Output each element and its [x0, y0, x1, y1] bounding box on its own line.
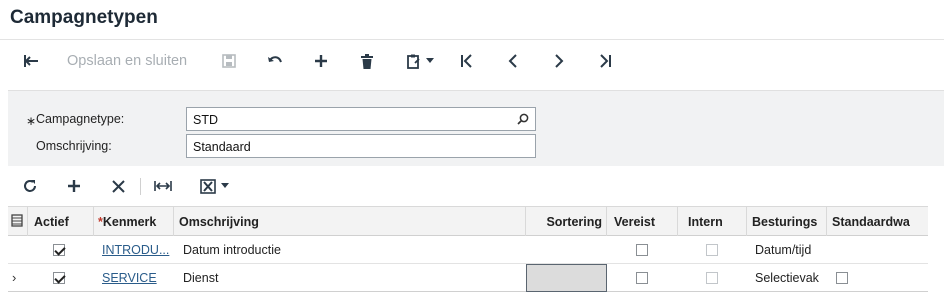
table-row[interactable]: › SERVICE Dienst Selectievak — [8, 264, 928, 292]
actief-checkbox[interactable] — [53, 272, 65, 284]
required-marker: ∗ — [26, 114, 37, 128]
clipboard-icon — [406, 54, 420, 69]
copy-paste-menu-button[interactable] — [402, 49, 438, 73]
campaign-type-label: Campagnetype: — [36, 112, 125, 126]
back-button[interactable] — [20, 49, 42, 73]
omschrijving-cell: Dienst — [183, 271, 219, 285]
first-record-button[interactable] — [456, 49, 478, 73]
col-omschrijving[interactable]: Omschrijving — [174, 207, 526, 236]
vereist-checkbox[interactable] — [636, 244, 648, 256]
sortering-input[interactable] — [526, 264, 607, 292]
campaign-type-field[interactable]: STD — [186, 107, 536, 131]
chevron-down-icon — [425, 58, 434, 63]
description-value: Standaard — [193, 140, 251, 154]
intern-checkbox — [706, 244, 718, 256]
refresh-icon — [24, 180, 36, 192]
main-toolbar: Opslaan en sluiten — [0, 41, 944, 81]
search-icon — [517, 113, 529, 125]
col-besturing[interactable]: Besturings — [747, 207, 827, 236]
add-row-button[interactable] — [64, 174, 84, 198]
last-icon — [600, 54, 611, 68]
plus-icon — [315, 55, 327, 67]
delete-row-button[interactable] — [108, 174, 128, 198]
last-record-button[interactable] — [594, 49, 616, 73]
col-intern[interactable]: Intern — [678, 207, 747, 236]
fit-columns-button[interactable] — [152, 174, 174, 198]
trash-icon — [361, 53, 373, 69]
actief-checkbox[interactable] — [53, 244, 65, 256]
export-excel-button[interactable] — [196, 174, 232, 198]
campaign-type-value: STD — [193, 113, 218, 127]
back-arrow-icon — [24, 55, 38, 67]
chevron-left-icon — [508, 54, 517, 68]
vereist-checkbox[interactable] — [636, 272, 648, 284]
toolbar-divider — [140, 178, 141, 195]
save-button[interactable] — [218, 49, 240, 73]
next-record-button[interactable] — [548, 49, 570, 73]
header-form: ∗ Campagnetype: STD Omschrijving: Standa… — [8, 90, 944, 166]
title-bar: Campagnetypen — [0, 0, 944, 40]
col-sortering[interactable]: Sortering — [526, 207, 607, 236]
col-standaard[interactable]: Standaardwa — [827, 207, 928, 236]
omschrijving-cell: Datum introductie — [183, 243, 281, 257]
page-title: Campagnetypen — [10, 7, 158, 28]
intern-checkbox — [706, 272, 718, 284]
close-icon — [111, 179, 125, 193]
grid-header: Actief *Kenmerk Omschrijving Sortering V… — [8, 206, 928, 236]
refresh-button[interactable] — [20, 174, 40, 198]
undo-button[interactable] — [264, 49, 286, 73]
description-label: Omschrijving: — [36, 139, 112, 153]
col-actief[interactable]: Actief — [28, 207, 94, 236]
kenmerk-link[interactable]: INTRODU... — [102, 236, 172, 263]
col-vereist[interactable]: Vereist — [607, 207, 678, 236]
save-close-button[interactable]: Opslaan en sluiten — [67, 53, 187, 69]
undo-icon — [268, 56, 282, 63]
kenmerk-link[interactable]: SERVICE — [102, 264, 172, 291]
add-button[interactable] — [310, 49, 332, 73]
besturing-cell: Datum/tijd — [755, 243, 812, 257]
first-icon — [461, 54, 472, 68]
besturing-cell: Selectievak — [755, 271, 819, 285]
col-kenmerk-label: Kenmerk — [102, 215, 157, 229]
current-row-indicator-icon: › — [12, 270, 17, 285]
grid-toolbar — [8, 166, 944, 206]
excel-icon — [199, 178, 216, 194]
delete-button[interactable] — [356, 49, 378, 73]
plus-icon — [68, 180, 80, 192]
fit-width-icon — [154, 181, 172, 191]
column-chooser[interactable] — [8, 207, 28, 236]
standaard-checkbox[interactable] — [836, 272, 848, 284]
previous-record-button[interactable] — [502, 49, 524, 73]
description-field[interactable]: Standaard — [186, 134, 536, 158]
save-icon — [222, 54, 236, 68]
column-settings-icon — [11, 214, 23, 227]
chevron-down-icon — [220, 183, 229, 188]
col-kenmerk[interactable]: *Kenmerk — [94, 207, 174, 236]
table-row[interactable]: INTRODU... Datum introductie Datum/tijd — [8, 236, 928, 264]
chevron-right-icon — [555, 54, 564, 68]
